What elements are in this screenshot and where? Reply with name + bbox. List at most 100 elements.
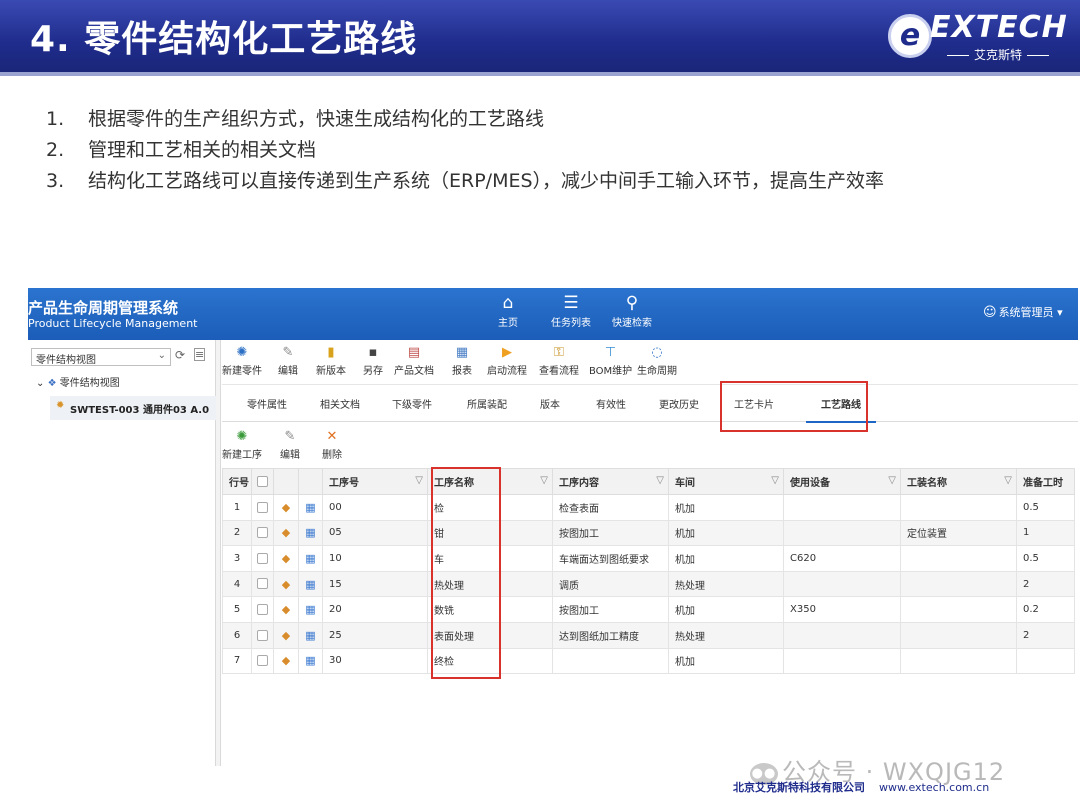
table-row[interactable]: 3 ◆ ▦ 10 车车端面达到图纸要求 机加 C620 0.5: [222, 545, 1075, 572]
toolbar-button-bom[interactable]: ⊤ BOM维护: [589, 344, 632, 377]
row-action-cell[interactable]: ▦: [298, 621, 323, 649]
row-action-cell[interactable]: ▦: [298, 596, 323, 623]
row-action-cell[interactable]: ▦: [298, 647, 323, 675]
nav-home-button[interactable]: ⌂ 主页: [498, 292, 518, 329]
row-action-cell[interactable]: ▦: [298, 545, 323, 572]
select-all-checkbox[interactable]: [257, 475, 268, 487]
row-action-cell[interactable]: ◆: [273, 494, 299, 521]
process-card-icon[interactable]: ▦: [305, 654, 315, 667]
row-checkbox-cell[interactable]: [251, 647, 274, 675]
toolbar-button-start-flow[interactable]: ▶ 启动流程: [487, 344, 527, 377]
home-icon: ⌂: [502, 293, 514, 313]
table-row[interactable]: 7 ◆ ▦ 30 终检 机加: [222, 647, 1075, 675]
table-row[interactable]: 5 ◆ ▦ 20 数铣 按图加工 机加 X350 0.2: [222, 596, 1075, 623]
process-detail-icon[interactable]: ◆: [282, 552, 290, 565]
row-action-cell[interactable]: ◆: [273, 519, 299, 547]
row-action-cell[interactable]: ◆: [273, 647, 299, 675]
row-checkbox-cell[interactable]: [251, 545, 274, 572]
tab-5[interactable]: 版本: [540, 396, 560, 411]
tab-2[interactable]: 相关文档: [320, 396, 360, 411]
row-checkbox-cell[interactable]: [251, 519, 274, 547]
process-toolbar-button-edit[interactable]: ✎ 编辑: [280, 428, 300, 461]
filter-icon[interactable]: ▽: [540, 475, 548, 486]
toolbar-button-document[interactable]: ▤ 产品文档: [394, 344, 434, 377]
process-detail-icon[interactable]: ◆: [282, 578, 290, 591]
row-action-cell[interactable]: ◆: [273, 596, 299, 623]
row-checkbox[interactable]: [257, 552, 268, 564]
process-card-icon[interactable]: ▦: [305, 603, 315, 616]
table-row[interactable]: 4 ◆ ▦ 15 热处理 调质 热处理 2: [222, 570, 1075, 598]
process-detail-icon[interactable]: ◆: [282, 526, 290, 539]
toolbar-button-new-version[interactable]: ▮ 新版本: [316, 344, 346, 377]
tree-node-selected[interactable]: ✹ SWTEST-003 通用件03 A.0: [50, 396, 216, 420]
row-action-cell[interactable]: ▦: [298, 494, 323, 521]
process-toolbar-button-new-process[interactable]: ✺ 新建工序: [222, 428, 262, 461]
tab-4[interactable]: 所属装配: [467, 396, 507, 411]
tree-root[interactable]: ⌄ ❖ 零件结构视图: [36, 374, 120, 389]
tab-7[interactable]: 更改历史: [659, 396, 699, 411]
process-card-icon[interactable]: ▦: [305, 629, 315, 642]
tab-3[interactable]: 下级零件: [392, 396, 432, 411]
start-flow-icon: ▶: [502, 345, 512, 360]
table-row[interactable]: 2 ◆ ▦ 05 钳按图加工 机加 定位装置 1: [222, 519, 1075, 547]
row-checkbox-cell[interactable]: [251, 596, 274, 623]
refresh-icon[interactable]: ⟳: [175, 348, 185, 362]
toolbar-button-view-flow[interactable]: ⚿ 查看流程: [539, 344, 579, 377]
tab-6[interactable]: 有效性: [596, 396, 626, 411]
table-row[interactable]: 1 ◆ ▦ 00 检检查表面 机加 0.5: [222, 494, 1075, 521]
row-action-cell[interactable]: ◆: [273, 570, 299, 598]
filter-icon[interactable]: ▽: [1004, 475, 1012, 486]
process-card-icon[interactable]: ▦: [305, 501, 315, 514]
process-card-icon[interactable]: ▦: [305, 526, 315, 539]
process-detail-icon[interactable]: ◆: [282, 654, 290, 667]
cell-shop: 机加: [668, 519, 784, 547]
column-header[interactable]: [251, 468, 274, 495]
row-checkbox-cell[interactable]: [251, 494, 274, 521]
nav-task-list-button[interactable]: ☰ 任务列表: [551, 292, 591, 329]
filter-icon[interactable]: ▽: [771, 475, 779, 486]
row-checkbox[interactable]: [257, 603, 268, 615]
row-checkbox[interactable]: [257, 629, 268, 641]
row-checkbox[interactable]: [257, 655, 268, 667]
row-action-cell[interactable]: ◆: [273, 621, 299, 649]
filter-icon[interactable]: ▽: [415, 475, 423, 486]
cell-equip: X350: [783, 596, 901, 623]
row-action-cell[interactable]: ▦: [298, 519, 323, 547]
toolbar-button-lifecycle[interactable]: ◌ 生命周期: [637, 344, 677, 377]
tab-1[interactable]: 零件属性: [247, 396, 287, 411]
document-icon[interactable]: ≡: [194, 348, 205, 361]
column-header: 车间 ▽: [668, 468, 784, 495]
table-row[interactable]: 6 ◆ ▦ 25 表面处理 达到图纸加工精度 热处理 2: [222, 621, 1075, 649]
nav-label: 主页: [498, 318, 518, 329]
toolbar-button-edit[interactable]: ✎ 编辑: [278, 344, 298, 377]
process-card-icon[interactable]: ▦: [305, 552, 315, 565]
nav-search-button[interactable]: ⚲ 快速检索: [612, 292, 652, 329]
row-action-cell[interactable]: ◆: [273, 545, 299, 572]
filter-icon[interactable]: ▽: [656, 475, 664, 486]
view-select[interactable]: 零件结构视图 ⌄: [31, 348, 171, 366]
panel-splitter[interactable]: [216, 340, 221, 766]
toolbar-button-new-part[interactable]: ✺ 新建零件: [222, 344, 262, 377]
footer: 北京艾克斯特科技有限公司 www.extech.com.cn: [733, 779, 989, 795]
process-toolbar-label: 编辑: [280, 450, 300, 461]
toolbar-button-save[interactable]: ▪ 另存: [363, 344, 383, 377]
process-card-icon[interactable]: ▦: [305, 578, 315, 591]
user-menu[interactable]: ☺ 系统管理员 ▾: [983, 304, 1063, 320]
cell-prep: 2: [1016, 570, 1075, 598]
filter-icon[interactable]: ▽: [888, 475, 896, 486]
toolbar-button-label: 另存: [363, 366, 383, 377]
row-checkbox[interactable]: [257, 578, 268, 590]
process-toolbar-button-delete[interactable]: ✕ 删除: [322, 428, 342, 461]
toolbar-button-report[interactable]: ▦ 报表: [452, 344, 472, 377]
row-checkbox[interactable]: [257, 527, 268, 539]
process-detail-icon[interactable]: ◆: [282, 629, 290, 642]
row-checkbox[interactable]: [257, 501, 268, 513]
process-detail-icon[interactable]: ◆: [282, 603, 290, 616]
row-checkbox-cell[interactable]: [251, 621, 274, 649]
cell-content: 调质: [552, 570, 669, 598]
row-checkbox-cell[interactable]: [251, 570, 274, 598]
process-detail-icon[interactable]: ◆: [282, 501, 290, 514]
column-header-label: 行号: [229, 478, 249, 489]
column-header-label: 工序内容: [559, 478, 599, 489]
row-action-cell[interactable]: ▦: [298, 570, 323, 598]
